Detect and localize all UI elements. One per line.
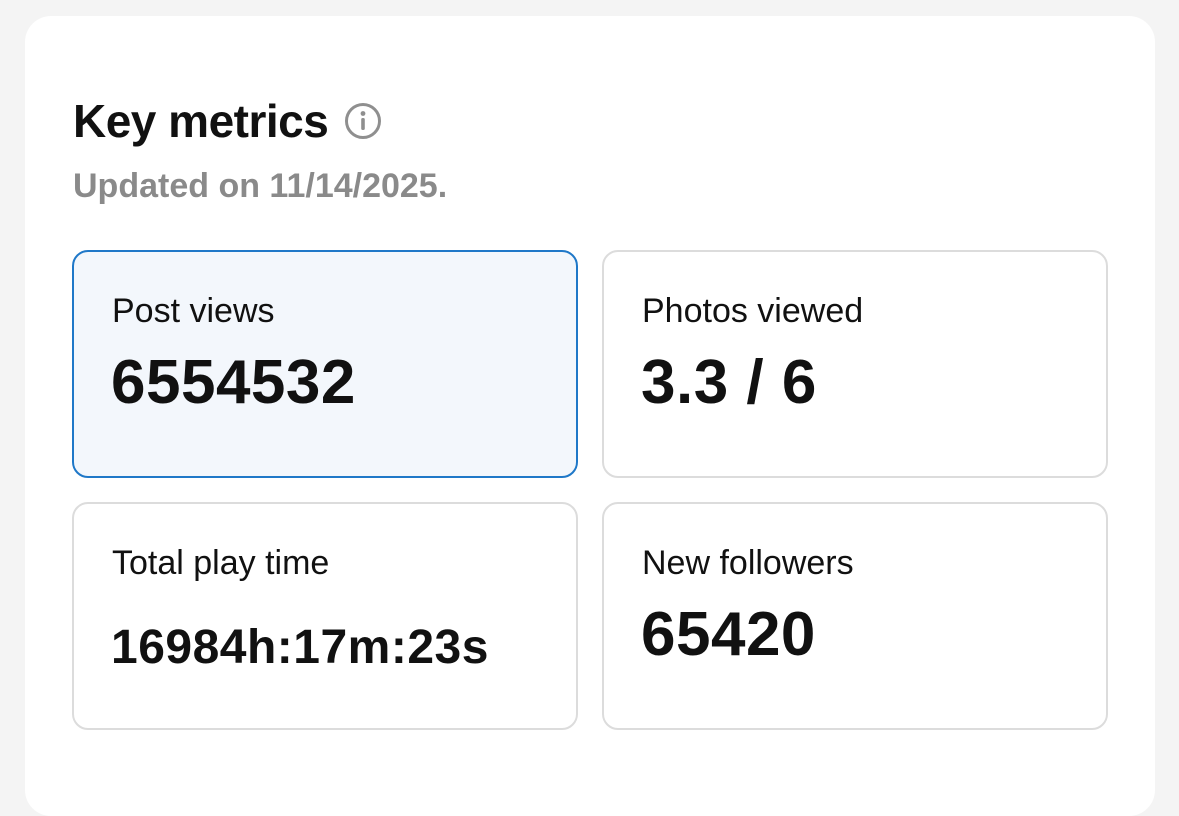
metric-label: Photos viewed (642, 292, 864, 330)
metric-label: New followers (642, 544, 854, 582)
key-metrics-title: Key metrics (73, 95, 329, 147)
updated-date-text: Updated on 11/14/2025. (73, 167, 448, 205)
metric-tile-total-play-time[interactable]: Total play time 16984h:17m:23s (72, 502, 578, 730)
key-metrics-header: Key metrics (73, 98, 382, 144)
metric-label: Post views (112, 292, 275, 330)
metric-tile-new-followers[interactable]: New followers 65420 (602, 502, 1108, 730)
metric-value: 16984h:17m:23s (111, 621, 489, 674)
metric-label: Total play time (112, 544, 330, 582)
metric-value: 65420 (641, 600, 816, 669)
metric-tile-post-views[interactable]: Post views 6554532 (72, 250, 578, 478)
metric-tile-photos-viewed[interactable]: Photos viewed 3.3 / 6 (602, 250, 1108, 478)
key-metrics-card: Key metrics Updated on 11/14/2025. Post … (25, 16, 1155, 816)
info-circle-icon[interactable] (344, 102, 382, 140)
metric-value: 6554532 (111, 348, 356, 417)
metric-value: 3.3 / 6 (641, 348, 817, 417)
